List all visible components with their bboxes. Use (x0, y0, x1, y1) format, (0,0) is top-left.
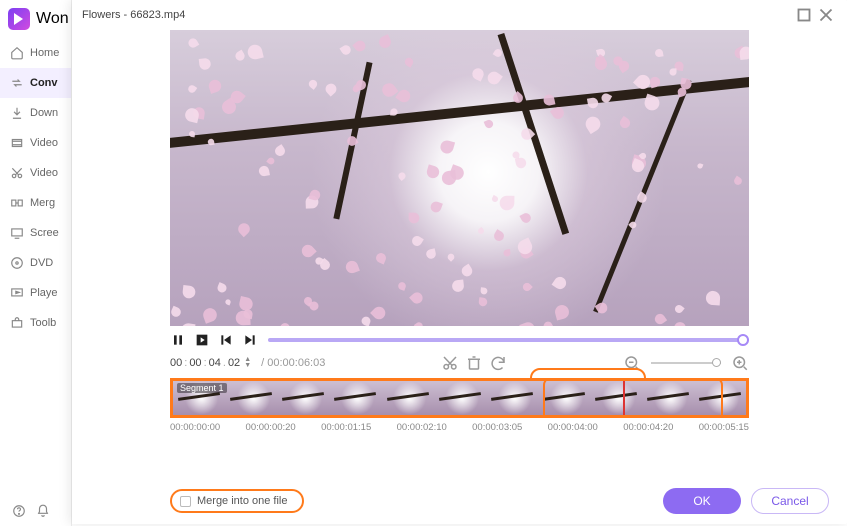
zoom-out-button[interactable] (623, 354, 641, 372)
toolbox-icon (10, 316, 24, 330)
segment-label: Segment 1 (177, 383, 227, 393)
app-sidebar: Won Home Conv Down Video Video Merg Scree DVD Pl… (0, 0, 72, 526)
sidebar-item-label: Video (30, 167, 58, 179)
timeline-ticks: 00:00:00:00 00:00:00:20 00:00:01:15 00:00:0… (72, 418, 847, 433)
sidebar-item-5[interactable]: Merg (0, 188, 71, 218)
total-duration: / 00:00:06:03 (261, 357, 325, 369)
logo-text: Won (36, 10, 69, 28)
window-close-icon[interactable] (815, 4, 837, 26)
sidebar-item-label: Video (30, 137, 58, 149)
sidebar-item-label: Toolb (30, 317, 56, 329)
merge-checkbox-group[interactable]: Merge into one file (170, 489, 304, 513)
sidebar-item-1[interactable]: Conv (0, 68, 71, 98)
app-logo: Won (0, 0, 71, 38)
sidebar-item-label: Down (30, 107, 58, 119)
video-preview-wrap (72, 30, 847, 326)
next-frame-button[interactable] (242, 332, 258, 348)
sidebar-footer (0, 496, 71, 526)
sidebar-item-6[interactable]: Scree (0, 218, 71, 248)
tick-label: 00:00:02:10 (397, 422, 447, 433)
pause-button[interactable] (170, 332, 186, 348)
sidebar-item-9[interactable]: Toolb (0, 308, 71, 338)
cancel-button[interactable]: Cancel (751, 488, 829, 514)
sidebar-item-label: Merg (30, 197, 55, 209)
sidebar-item-3[interactable]: Video (0, 128, 71, 158)
window-maximize-icon[interactable] (793, 4, 815, 26)
tick-label: 00:00:00:00 (170, 422, 220, 433)
player-icon (10, 286, 24, 300)
dvd-icon (10, 256, 24, 270)
sidebar-item-label: Scree (30, 227, 59, 239)
merge-icon (10, 196, 24, 210)
convert-icon (10, 76, 24, 90)
trim-editor-modal: Flowers - 66823.mp4 00: 00: 04. 02 ▲▼ / … (72, 0, 847, 524)
sidebar-item-4[interactable]: Video (0, 158, 71, 188)
seek-slider[interactable] (268, 338, 749, 342)
timeline[interactable]: Segment 1 (170, 378, 749, 418)
merge-checkbox[interactable] (180, 496, 191, 507)
current-time-input[interactable]: 00: 00: 04. 02 ▲▼ (170, 357, 251, 369)
merge-label: Merge into one file (197, 495, 288, 507)
prev-frame-button[interactable] (218, 332, 234, 348)
sidebar-item-8[interactable]: Playe (0, 278, 71, 308)
home-icon (10, 46, 24, 60)
compress-icon (10, 136, 24, 150)
tick-label: 00:00:01:15 (321, 422, 371, 433)
screen-icon (10, 226, 24, 240)
redo-button[interactable] (489, 354, 507, 372)
sidebar-nav: Home Conv Down Video Video Merg Scree DVD Playe T… (0, 38, 71, 496)
sidebar-item-7[interactable]: DVD (0, 248, 71, 278)
playback-controls (72, 326, 847, 350)
zoom-slider[interactable] (651, 362, 721, 364)
logo-icon (8, 8, 30, 30)
ok-button[interactable]: OK (663, 488, 741, 514)
playhead[interactable] (623, 378, 625, 418)
sidebar-item-0[interactable]: Home (0, 38, 71, 68)
time-stepper[interactable]: ▲▼ (244, 357, 251, 369)
timeline-wrap: Segment 1 (72, 378, 847, 418)
download-icon (10, 106, 24, 120)
zoom-in-button[interactable] (731, 354, 749, 372)
bell-icon[interactable] (36, 504, 50, 518)
sidebar-item-label: Playe (30, 287, 58, 299)
edit-icon (10, 166, 24, 180)
cut-button[interactable] (441, 354, 459, 372)
tick-label: 00:00:05:15 (699, 422, 749, 433)
modal-titlebar: Flowers - 66823.mp4 (72, 0, 847, 30)
tick-label: 00:00:04:00 (548, 422, 598, 433)
video-preview[interactable] (170, 30, 749, 326)
tick-label: 00:00:00:20 (246, 422, 296, 433)
tick-label: 00:00:04:20 (623, 422, 673, 433)
help-icon[interactable] (12, 504, 26, 518)
sidebar-item-2[interactable]: Down (0, 98, 71, 128)
tick-label: 00:00:03:05 (472, 422, 522, 433)
sidebar-item-label: DVD (30, 257, 53, 269)
sidebar-item-label: Conv (30, 77, 58, 89)
delete-button[interactable] (465, 354, 483, 372)
time-tool-row: 00: 00: 04. 02 ▲▼ / 00:00:06:03 (72, 350, 847, 378)
sidebar-item-label: Home (30, 47, 59, 59)
stop-button[interactable] (194, 332, 210, 348)
modal-title: Flowers - 66823.mp4 (82, 9, 185, 21)
modal-footer: Merge into one file OK Cancel (170, 488, 829, 514)
